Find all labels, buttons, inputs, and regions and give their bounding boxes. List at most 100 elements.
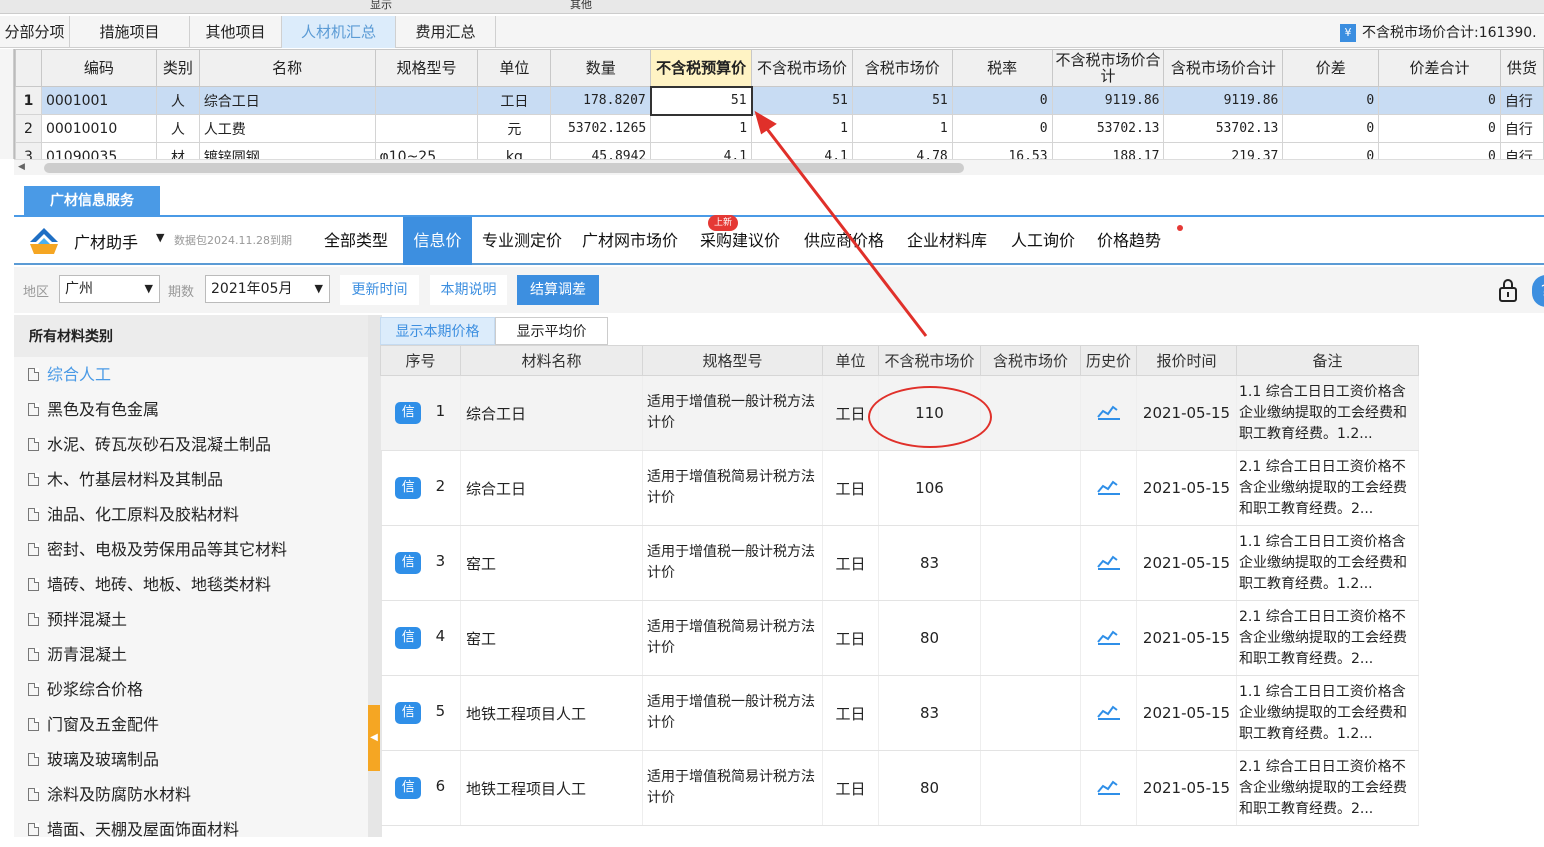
header-history-price[interactable]: 历史价 bbox=[1080, 345, 1137, 376]
cell-market-price-tax[interactable]: 51 bbox=[851, 86, 953, 115]
period-select[interactable]: 2021年05月 ▼ bbox=[205, 275, 330, 303]
cell-market-price[interactable]: 80 bbox=[878, 750, 981, 826]
cell-unit[interactable]: 工日 bbox=[477, 86, 552, 115]
cell-market-price[interactable]: 80 bbox=[878, 600, 981, 676]
cell-material-name[interactable]: 窑工 bbox=[460, 525, 643, 601]
header-material-name[interactable]: 材料名称 bbox=[460, 345, 643, 376]
cell-category[interactable]: 人 bbox=[155, 114, 200, 143]
cell-unit[interactable]: 元 bbox=[477, 114, 552, 143]
horizontal-scrollbar[interactable]: ◀ bbox=[14, 159, 1544, 175]
cell-market-total-tax[interactable]: 219.37 bbox=[1163, 142, 1284, 159]
cell-market-total[interactable]: 9119.86 bbox=[1051, 86, 1165, 115]
sidebar-item[interactable]: 门窗及五金配件 bbox=[28, 707, 159, 742]
cell-price-diff[interactable]: 0 bbox=[1282, 114, 1380, 143]
grid-header-market-total[interactable]: 不含税市场价合计 bbox=[1051, 49, 1165, 87]
cell-supply[interactable]: 自行 bbox=[1499, 114, 1544, 143]
grid-row[interactable]: 1 0001001 人 综合工日 工日 178.8207 51 51 51 0 … bbox=[15, 85, 1544, 116]
grid-header-market-price-tax[interactable]: 含税市场价 bbox=[851, 49, 953, 87]
sidebar-item[interactable]: 涂料及防腐防水材料 bbox=[28, 777, 191, 812]
cell-market-price-tax[interactable] bbox=[980, 375, 1081, 451]
cell-budget-price[interactable]: 1 bbox=[650, 114, 753, 143]
sidebar-item[interactable]: 水泥、砖瓦灰砂石及混凝土制品 bbox=[28, 427, 271, 462]
scroll-left-icon[interactable]: ◀ bbox=[18, 162, 25, 172]
cell-market-price[interactable]: 106 bbox=[878, 450, 981, 526]
cell-spec[interactable]: φ10~25 bbox=[374, 142, 479, 159]
cell-market-total-tax[interactable]: 53702.13 bbox=[1163, 114, 1284, 143]
header-unit[interactable]: 单位 bbox=[822, 345, 879, 376]
cell-quantity[interactable]: 178.8207 bbox=[550, 86, 652, 115]
cell-market-price-tax[interactable]: 1 bbox=[851, 114, 953, 143]
lock-icon[interactable] bbox=[1496, 277, 1520, 303]
info-tag-icon[interactable]: 信 bbox=[395, 477, 422, 499]
period-description-button[interactable]: 本期说明 bbox=[430, 275, 507, 305]
cell-note[interactable]: 2.1 综合工日日工资价格不含企业缴纳提取的工会经费和职工教育经费。2... bbox=[1236, 600, 1419, 676]
grid-header-price-diff-total[interactable]: 价差合计 bbox=[1378, 49, 1501, 87]
header-spec[interactable]: 规格型号 bbox=[642, 345, 823, 376]
cell-tax-rate[interactable]: 0 bbox=[951, 86, 1053, 115]
grid-header-quantity[interactable]: 数量 bbox=[550, 49, 652, 87]
cell-category[interactable]: 人 bbox=[155, 86, 200, 115]
cell-material-name[interactable]: 窑工 bbox=[460, 600, 643, 676]
cell-market-price-tax[interactable] bbox=[980, 450, 1081, 526]
cell-name[interactable]: 镀锌圆钢 bbox=[198, 142, 376, 159]
cell-price-diff[interactable]: 0 bbox=[1282, 86, 1380, 115]
panel-tab-material-info[interactable]: 广材信息服务 bbox=[24, 186, 160, 216]
header-market-price[interactable]: 不含税市场价 bbox=[878, 345, 981, 376]
sidebar-item[interactable]: 墙砖、地砖、地板、地毯类材料 bbox=[28, 567, 271, 602]
cell-quantity[interactable]: 45.8942 bbox=[550, 142, 652, 159]
cell-code[interactable]: 00010010 bbox=[40, 114, 157, 143]
cell-budget-price[interactable]: 4.1 bbox=[650, 142, 753, 159]
grid-header-unit[interactable]: 单位 bbox=[477, 49, 552, 87]
grid-header-name[interactable]: 名称 bbox=[198, 49, 376, 87]
sidebar-item[interactable]: 砂浆综合价格 bbox=[28, 672, 143, 707]
grid-header-price-diff[interactable]: 价差 bbox=[1282, 49, 1380, 87]
cell-note[interactable]: 2.1 综合工日日工资价格不含企业缴纳提取的工会经费和职工教育经费。2... bbox=[1236, 750, 1419, 826]
cell-supply[interactable]: 自行 bbox=[1499, 142, 1544, 159]
nav-gcw-market-price[interactable]: 广材网市场价 bbox=[582, 217, 678, 265]
grid-header-tax-rate[interactable]: 税率 bbox=[951, 49, 1053, 87]
scrollbar-thumb[interactable] bbox=[44, 163, 964, 173]
cell-market-price-tax[interactable] bbox=[980, 675, 1081, 751]
cell-market-price-tax[interactable] bbox=[980, 750, 1081, 826]
grid-header-market-price[interactable]: 不含税市场价 bbox=[751, 49, 853, 87]
cell-tax-rate[interactable]: 0 bbox=[951, 114, 1053, 143]
cell-market-total[interactable]: 188.17 bbox=[1051, 142, 1165, 159]
grid-row[interactable]: 3 01090035 材 镀锌圆钢 φ10~25 kg 45.8942 4.1 … bbox=[15, 142, 1544, 159]
cell-note[interactable]: 2.1 综合工日日工资价格不含企业缴纳提取的工会经费和职工教育经费。2... bbox=[1236, 450, 1419, 526]
header-note[interactable]: 备注 bbox=[1236, 345, 1419, 376]
cell-tax-rate[interactable]: 16.53 bbox=[951, 142, 1053, 159]
info-tag-icon[interactable]: 信 bbox=[395, 702, 422, 724]
info-tag-icon[interactable]: 信 bbox=[395, 402, 422, 424]
sidebar-item[interactable]: 油品、化工原料及胶粘材料 bbox=[28, 497, 239, 532]
price-row[interactable]: 信 2 综合工日 适用于增值税简易计税方法计价 工日 106 2021-05-15 2.1 … bbox=[380, 450, 1419, 526]
sidebar-item[interactable]: 沥青混凝土 bbox=[28, 637, 127, 672]
cell-material-name[interactable]: 地铁工程项目人工 bbox=[460, 750, 643, 826]
sidebar-item[interactable]: 木、竹基层材料及其制品 bbox=[28, 462, 223, 497]
cell-category[interactable]: 材 bbox=[155, 142, 200, 159]
cell-market-price-tax[interactable] bbox=[980, 600, 1081, 676]
sidebar-item[interactable]: 黑色及有色金属 bbox=[28, 392, 159, 427]
nav-labor-inquiry[interactable]: 人工询价 bbox=[1011, 217, 1075, 265]
cell-name[interactable]: 综合工日 bbox=[198, 86, 376, 115]
cell-market-price[interactable]: 1 bbox=[751, 114, 853, 143]
nav-professional-price[interactable]: 专业测定价 bbox=[482, 217, 562, 265]
header-quote-date[interactable]: 报价时间 bbox=[1136, 345, 1237, 376]
sidebar-item[interactable]: 玻璃及玻璃制品 bbox=[28, 742, 159, 777]
region-select[interactable]: 广州 ▼ bbox=[59, 275, 160, 303]
history-trend-icon[interactable] bbox=[1080, 375, 1137, 451]
info-tag-icon[interactable]: 信 bbox=[395, 777, 422, 799]
nav-enterprise-library[interactable]: 企业材料库 bbox=[907, 217, 987, 265]
tab-labor-material-summary[interactable]: 人材机汇总 bbox=[282, 16, 396, 48]
nav-info-price[interactable]: 信息价 bbox=[403, 217, 472, 265]
brand-dropdown-icon[interactable]: ▼ bbox=[156, 231, 164, 244]
cell-market-price[interactable]: 4.1 bbox=[751, 142, 853, 159]
price-row[interactable]: 信 3 窑工 适用于增值税一般计税方法计价 工日 83 2021-05-15 1.1 综合工… bbox=[380, 525, 1419, 601]
cell-spec[interactable] bbox=[374, 86, 479, 115]
tab-current-price[interactable]: 显示本期价格 bbox=[380, 317, 495, 345]
price-row[interactable]: 信 5 地铁工程项目人工 适用于增值税一般计税方法计价 工日 83 2021-05-15 1… bbox=[380, 675, 1419, 751]
header-market-price-tax[interactable]: 含税市场价 bbox=[980, 345, 1081, 376]
cell-note[interactable]: 1.1 综合工日日工资价格含企业缴纳提取的工会经费和职工教育经费。1.2... bbox=[1236, 675, 1419, 751]
nav-price-trend[interactable]: 价格趋势 bbox=[1097, 217, 1161, 265]
update-time-button[interactable]: 更新时间 bbox=[340, 275, 419, 305]
cell-price-diff-total[interactable]: 0 bbox=[1378, 114, 1501, 143]
